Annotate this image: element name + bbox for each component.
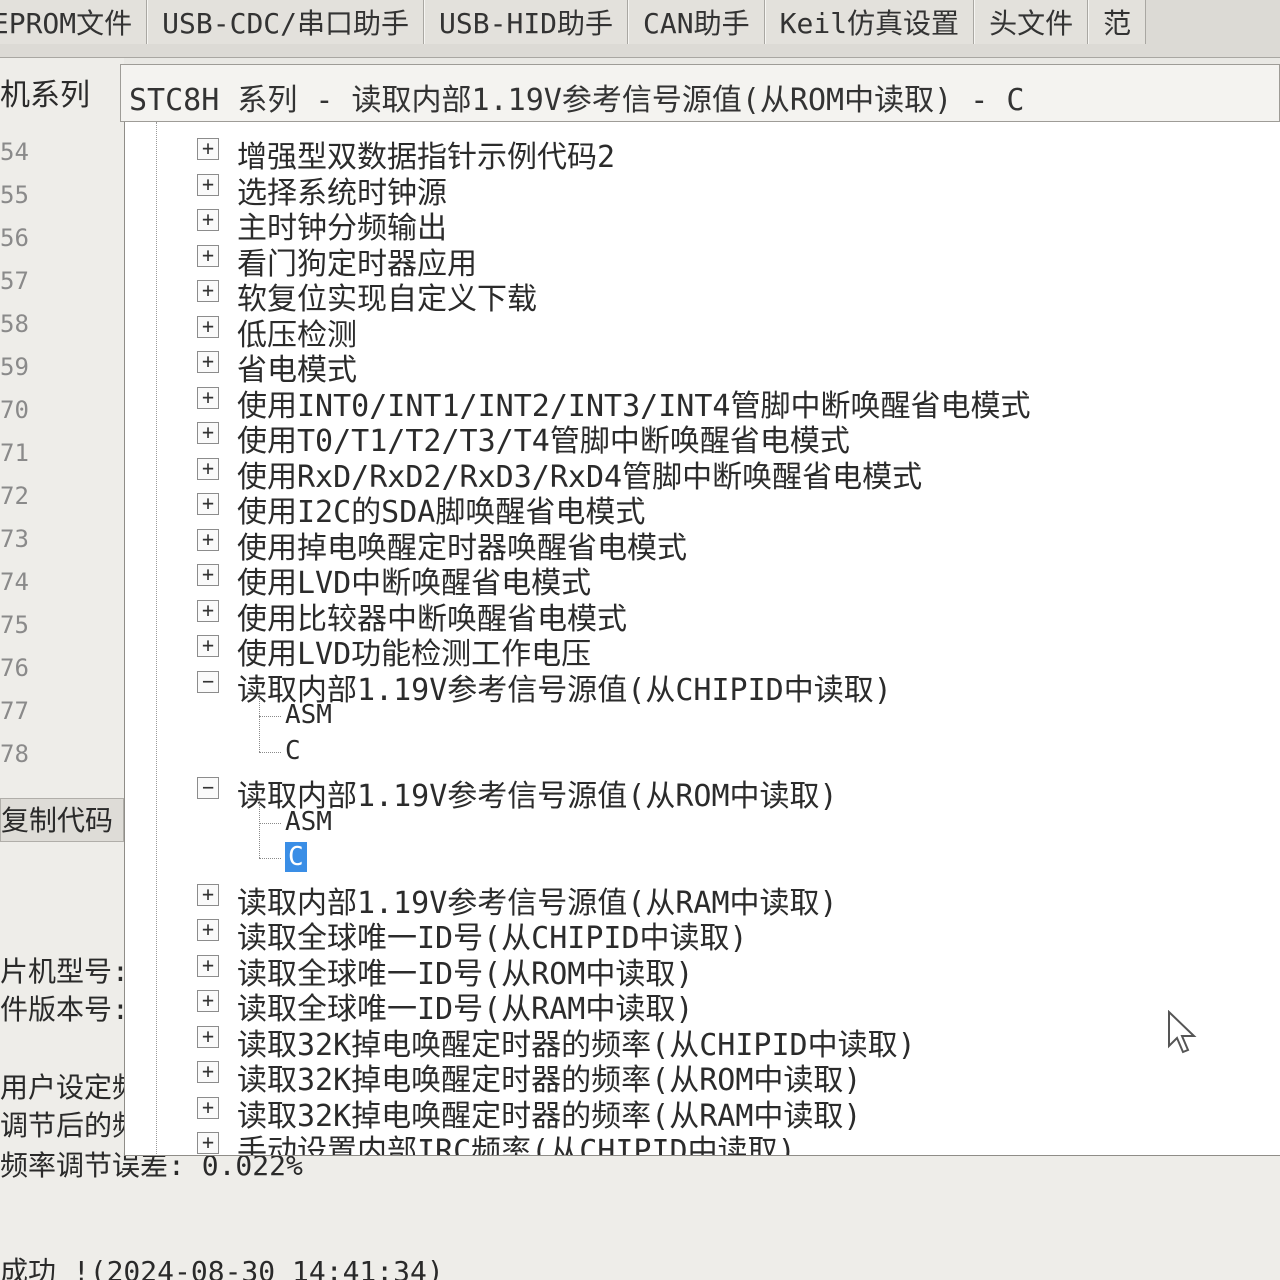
line-number: 71 xyxy=(0,439,29,467)
expand-icon[interactable]: + xyxy=(197,919,219,941)
line-number: 74 xyxy=(0,568,29,596)
expand-icon[interactable]: + xyxy=(197,990,219,1012)
line-number: 70 xyxy=(0,396,29,424)
expand-icon[interactable]: + xyxy=(197,209,219,231)
expand-icon[interactable]: + xyxy=(197,635,219,657)
line-number: 77 xyxy=(0,697,29,725)
tree-guide-line xyxy=(156,122,157,1155)
collapse-icon[interactable]: − xyxy=(197,670,219,693)
line-number: 78 xyxy=(0,740,29,768)
expand-icon[interactable]: + xyxy=(197,351,219,373)
line-number: 59 xyxy=(0,353,29,381)
example-tree: + 增强型双数据指针示例代码2 + 选择系统时钟源 + 主时钟分频输出 + 看门狗定时器应用 +… xyxy=(124,122,1280,1156)
line-number: 54 xyxy=(0,138,29,166)
line-number: 58 xyxy=(0,310,29,338)
expand-icon[interactable]: + xyxy=(197,954,219,977)
line-number: 55 xyxy=(0,181,29,209)
tab-0[interactable]: EEPROM文件 xyxy=(0,0,148,44)
tab-bar: EEPROM文件USB-CDC/串口助手USB-HID助手CAN助手Keil仿真… xyxy=(0,0,1280,58)
tab-5[interactable]: 头文件 xyxy=(974,0,1089,44)
expand-icon[interactable]: + xyxy=(197,315,219,338)
line-number: 56 xyxy=(0,224,29,252)
line-number-gutter: 54 55 56 57 58 59 70 71 72 73 74 75 76 77 78 xyxy=(0,138,29,783)
expand-icon[interactable]: + xyxy=(197,1132,219,1154)
status-message: 成功 !(2024-08-30 14:41:34) xyxy=(0,1255,444,1280)
expand-icon[interactable]: + xyxy=(197,280,219,302)
example-selector-combo[interactable]: STC8H 系列 - 读取内部1.19V参考信号源值(从ROM中读取) - C xyxy=(120,64,1280,122)
selected-leaf-label: C xyxy=(285,842,307,872)
tree-branch-line xyxy=(259,800,260,858)
expand-icon[interactable]: + xyxy=(197,244,219,267)
expand-icon[interactable]: + xyxy=(197,173,219,196)
expand-icon[interactable]: + xyxy=(197,1061,219,1083)
tree-connector xyxy=(259,716,281,717)
tree-node-label: 手动设置内部IRC频率(从CHIPID中读取) xyxy=(237,1134,796,1156)
expand-icon[interactable]: + xyxy=(197,138,219,160)
expand-icon[interactable]: + xyxy=(197,493,219,515)
tree-branch-line xyxy=(259,694,260,752)
firmware-version-label: 件版本号: xyxy=(0,993,129,1026)
tree-connector xyxy=(259,751,281,753)
leaf-label: ASM xyxy=(285,700,332,730)
line-number: 72 xyxy=(0,482,29,510)
expand-icon[interactable]: + xyxy=(197,883,219,906)
tab-6[interactable]: 范 xyxy=(1088,0,1147,44)
series-label: 机系列 xyxy=(0,78,90,113)
leaf-label: ASM xyxy=(285,806,332,837)
chip-model-label: 片机型号: xyxy=(0,955,129,988)
expand-icon[interactable]: + xyxy=(197,528,219,551)
expand-icon[interactable]: + xyxy=(197,1025,219,1048)
tab-4[interactable]: Keil仿真设置 xyxy=(764,0,975,44)
expand-icon[interactable]: + xyxy=(197,1096,219,1119)
expand-icon[interactable]: + xyxy=(197,599,219,622)
line-number: 75 xyxy=(0,611,29,639)
adjusted-frequency-label: 调节后的频 xyxy=(0,1109,141,1142)
copy-code-button[interactable]: 复制代码 xyxy=(0,798,124,842)
tab-1[interactable]: USB-CDC/串口助手 xyxy=(147,0,425,44)
expand-icon[interactable]: + xyxy=(197,386,219,409)
leaf-label: C xyxy=(285,735,301,766)
user-frequency-label: 用户设定频 xyxy=(0,1071,141,1104)
line-number: 73 xyxy=(0,525,29,553)
tab-3[interactable]: CAN助手 xyxy=(628,0,765,44)
line-number: 76 xyxy=(0,654,29,682)
expand-icon[interactable]: + xyxy=(197,457,219,480)
collapse-icon[interactable]: − xyxy=(197,777,219,799)
tree-connector xyxy=(259,858,281,859)
tab-2[interactable]: USB-HID助手 xyxy=(424,0,629,44)
expand-icon[interactable]: + xyxy=(197,564,219,586)
expand-icon[interactable]: + xyxy=(197,422,219,444)
line-number: 57 xyxy=(0,267,29,295)
mouse-pointer-icon xyxy=(1168,1010,1197,1054)
tree-connector xyxy=(259,822,281,824)
tree-node-label: 读取内部1.19V参考信号源值(从CHIPID中读取) xyxy=(237,672,892,708)
